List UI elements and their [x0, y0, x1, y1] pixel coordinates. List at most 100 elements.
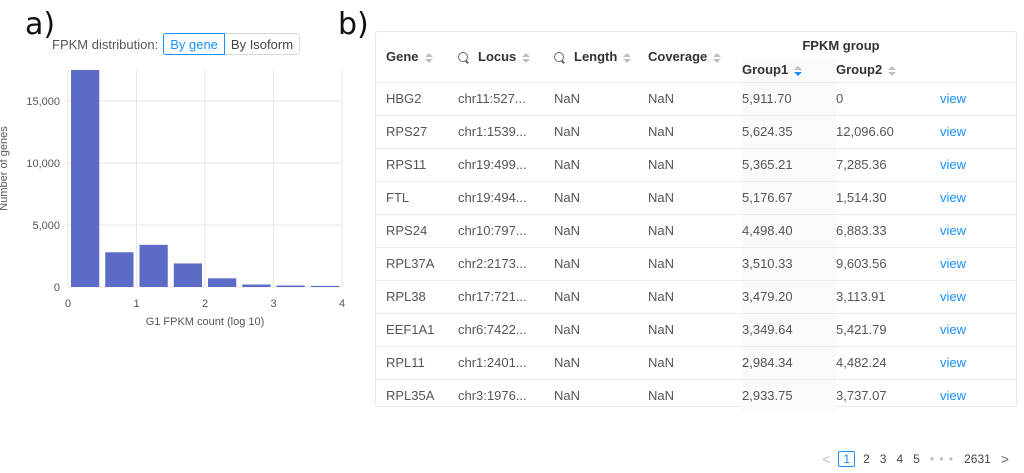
next-page-button[interactable]: >: [1001, 451, 1009, 467]
cell-group1: 2,984.34: [742, 345, 836, 379]
cell-group1: 2,933.75: [742, 378, 836, 412]
cell-gene: RPL38: [376, 279, 458, 313]
col-group1-label: Group1: [742, 62, 789, 78]
col-action: [940, 32, 1016, 82]
cell-group2: 1,514.30: [836, 180, 940, 214]
sort-icon[interactable]: [888, 65, 897, 76]
view-link[interactable]: view: [940, 322, 966, 337]
page-2-button[interactable]: 2: [863, 452, 870, 466]
cell-coverage: NaN: [648, 246, 742, 280]
search-icon[interactable]: [554, 51, 564, 62]
cell-coverage: NaN: [648, 213, 742, 247]
col-length-label: Length: [574, 49, 618, 65]
sort-icon[interactable]: [522, 52, 531, 63]
cell-gene: FTL: [376, 180, 458, 214]
cell-gene: RPS24: [376, 213, 458, 247]
col-gene-label: Gene: [386, 49, 419, 65]
col-group2[interactable]: Group2: [836, 58, 940, 82]
view-link[interactable]: view: [940, 91, 966, 106]
view-link[interactable]: view: [940, 223, 966, 238]
view-link[interactable]: view: [940, 289, 966, 304]
x-tick-label: 2: [202, 298, 208, 310]
panel-label-a: a): [25, 7, 56, 42]
view-link[interactable]: view: [940, 190, 966, 205]
cell-group2: 6,883.33: [836, 213, 940, 247]
cell-group1: 3,479.20: [742, 279, 836, 313]
cell-gene: RPL35A: [376, 378, 458, 412]
page-ellipsis[interactable]: • • •: [930, 452, 954, 466]
cell-length: NaN: [554, 180, 648, 214]
distribution-toggle: FPKM distribution: By gene By Isoform: [52, 33, 301, 55]
histogram-bar: [276, 285, 305, 287]
col-fpkm-group: FPKM group: [742, 32, 940, 58]
cell-action: view: [940, 345, 1016, 379]
page-1-button[interactable]: 1: [838, 451, 856, 467]
cell-group2: 4,482.24: [836, 345, 940, 379]
col-group2-label: Group2: [836, 62, 883, 78]
cell-length: NaN: [554, 312, 648, 346]
table-row: RPS11 chr19:499... NaN NaN 5,365.21 7,285.36 v…: [376, 147, 1016, 181]
x-tick-label: 0: [65, 298, 71, 310]
cell-group2: 3,113.91: [836, 279, 940, 313]
sort-icon[interactable]: [713, 52, 722, 63]
view-link[interactable]: view: [940, 124, 966, 139]
cell-action: view: [940, 279, 1016, 313]
cell-group2: 3,737.07: [836, 378, 940, 412]
histogram-bar: [242, 284, 271, 287]
last-page-button[interactable]: 2631: [964, 452, 991, 466]
sort-icon[interactable]: [794, 65, 803, 76]
y-tick-label: 10,000: [26, 158, 60, 170]
cell-action: view: [940, 312, 1016, 346]
view-link[interactable]: view: [940, 388, 966, 403]
cell-coverage: NaN: [648, 345, 742, 379]
histogram-bar: [105, 252, 134, 287]
cell-locus: chr19:494...: [458, 180, 554, 214]
cell-action: view: [940, 378, 1016, 412]
histogram-bar: [71, 70, 100, 287]
sort-icon[interactable]: [623, 52, 632, 63]
cell-action: view: [940, 246, 1016, 280]
table-row: RPL37A chr2:2173... NaN NaN 3,510.33 9,603.56…: [376, 246, 1016, 280]
distribution-caption: FPKM distribution:: [52, 36, 159, 52]
prev-page-button[interactable]: <: [822, 451, 830, 467]
fpkm-histogram: 0 5,000 10,000 15,000 0 1 2 3 4 G1 FPKM count (lo…: [0, 70, 345, 328]
view-link[interactable]: view: [940, 355, 966, 370]
col-gene[interactable]: Gene: [376, 32, 458, 82]
page-3-button[interactable]: 3: [880, 452, 887, 466]
cell-length: NaN: [554, 279, 648, 313]
sort-icon[interactable]: [424, 52, 433, 63]
cell-locus: chr6:7422...: [458, 312, 554, 346]
col-locus[interactable]: Locus: [458, 32, 554, 82]
by-gene-button[interactable]: By gene: [163, 33, 225, 55]
table-row: RPL35A chr3:1976... NaN NaN 2,933.75 3,737.07…: [376, 378, 1016, 412]
cell-group2: 12,096.60: [836, 114, 940, 148]
cell-group1: 5,624.35: [742, 114, 836, 148]
gene-table: Gene Locus Length Coverage FPKM group Gr…: [375, 31, 1017, 412]
y-tick-label: 5,000: [32, 220, 60, 232]
col-coverage[interactable]: Coverage: [648, 32, 742, 82]
x-axis-label: G1 FPKM count (log 10): [146, 316, 265, 328]
page-5-button[interactable]: 5: [913, 452, 920, 466]
by-isoform-button[interactable]: By Isoform: [224, 33, 301, 55]
cell-length: NaN: [554, 81, 648, 115]
cell-group1: 3,510.33: [742, 246, 836, 280]
view-link[interactable]: view: [940, 157, 966, 172]
cell-coverage: NaN: [648, 81, 742, 115]
pagination: < 1 2 3 4 5 • • • 2631 >: [817, 451, 1014, 467]
cell-gene: RPL11: [376, 345, 458, 379]
fpkm-group-label: FPKM group: [802, 37, 880, 53]
page-4-button[interactable]: 4: [896, 452, 903, 466]
col-length[interactable]: Length: [554, 32, 648, 82]
view-link[interactable]: view: [940, 256, 966, 271]
cell-length: NaN: [554, 114, 648, 148]
col-group1[interactable]: Group1: [742, 58, 836, 82]
cell-gene: RPL37A: [376, 246, 458, 280]
cell-locus: chr17:721...: [458, 279, 554, 313]
cell-gene: RPS11: [376, 147, 458, 181]
cell-action: view: [940, 180, 1016, 214]
table-row: RPS24 chr10:797... NaN NaN 4,498.40 6,883.33 v…: [376, 213, 1016, 247]
search-icon[interactable]: [458, 51, 468, 62]
y-tick-label: 0: [54, 282, 60, 294]
cell-length: NaN: [554, 246, 648, 280]
cell-action: view: [940, 213, 1016, 247]
